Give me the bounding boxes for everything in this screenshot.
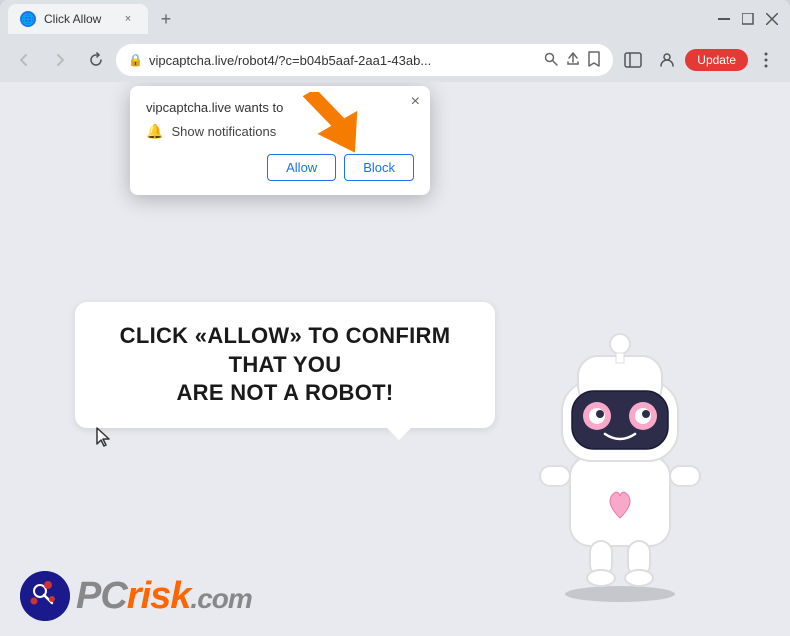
address-bar-icons <box>543 51 601 70</box>
maximize-button[interactable] <box>738 9 758 29</box>
back-button[interactable] <box>8 44 40 76</box>
lock-icon: 🔒 <box>128 53 143 67</box>
pcrisk-icon <box>20 571 70 621</box>
bubble-text: CLICK «ALLOW» TO CONFIRM THAT YOU ARE NO… <box>105 322 465 408</box>
sidebar-toggle-button[interactable] <box>617 44 649 76</box>
nav-bar: 🔒 vipcaptcha.live/robot4/?c=b04b5aaf-2aa… <box>0 38 790 82</box>
search-icon[interactable] <box>543 51 559 70</box>
window-controls <box>714 9 782 29</box>
popup-buttons: Allow Block <box>146 154 414 181</box>
popup-notification-row: 🔔 Show notifications <box>146 123 414 140</box>
tab-close-button[interactable]: × <box>120 11 136 27</box>
title-bar: 🌐 Click Allow × + <box>0 0 790 38</box>
tab-title: Click Allow <box>44 12 112 26</box>
browser-window: 🌐 Click Allow × + <box>0 0 790 636</box>
toolbar-icons: Update <box>617 44 782 76</box>
bell-icon: 🔔 <box>146 123 163 140</box>
speech-bubble: CLICK «ALLOW» TO CONFIRM THAT YOU ARE NO… <box>75 302 495 428</box>
address-bar[interactable]: 🔒 vipcaptcha.live/robot4/?c=b04b5aaf-2aa… <box>116 44 613 76</box>
bookmark-icon[interactable] <box>587 51 601 70</box>
close-button[interactable] <box>762 9 782 29</box>
notification-label: Show notifications <box>171 124 276 139</box>
minimize-button[interactable] <box>714 9 734 29</box>
pcrisk-text: PCrisk.com <box>76 575 252 618</box>
tab-favicon: 🌐 <box>20 11 36 27</box>
pcrisk-pc: PC <box>76 575 127 617</box>
profile-button[interactable] <box>651 44 683 76</box>
pcrisk-logo: PCrisk.com <box>20 571 252 621</box>
popup-title: vipcaptcha.live wants to <box>146 100 414 115</box>
url-text: vipcaptcha.live/robot4/?c=b04b5aaf-2aa1-… <box>149 53 537 68</box>
new-tab-button[interactable]: + <box>152 5 180 33</box>
share-icon[interactable] <box>565 51 581 70</box>
update-button[interactable]: Update <box>685 49 748 71</box>
reload-button[interactable] <box>80 44 112 76</box>
page-content: × vipcaptcha.live wants to 🔔 Show notifi… <box>0 82 790 636</box>
tab-bar: 🌐 Click Allow × + <box>8 4 710 34</box>
pcrisk-risk: risk <box>127 575 191 617</box>
pcrisk-domain: .com <box>190 583 251 614</box>
menu-button[interactable] <box>750 44 782 76</box>
arrow-indicator <box>292 92 372 187</box>
mouse-cursor <box>95 426 115 456</box>
forward-button[interactable] <box>44 44 76 76</box>
popup-close-button[interactable]: × <box>411 94 420 110</box>
notification-popup: × vipcaptcha.live wants to 🔔 Show notifi… <box>130 86 430 195</box>
robot-character <box>510 326 730 606</box>
active-tab[interactable]: 🌐 Click Allow × <box>8 4 148 34</box>
